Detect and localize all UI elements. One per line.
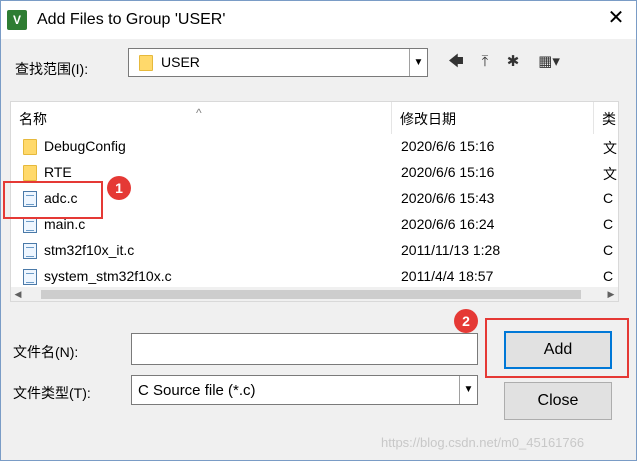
back-icon[interactable]: 🡄 — [444, 51, 468, 73]
file-name: main.c — [44, 216, 86, 232]
folder-icon — [23, 139, 37, 155]
sort-ascending-icon: ^ — [196, 106, 202, 120]
file-date: 2020/6/6 15:16 — [401, 164, 495, 180]
list-item[interactable]: RTE 2020/6/6 15:16 文 — [11, 160, 618, 186]
header-name-label: 名称 — [19, 111, 47, 127]
step-badge-1: 1 — [107, 176, 131, 200]
file-type: 文 — [603, 166, 617, 182]
c-file-icon — [23, 191, 37, 207]
list-item[interactable]: DebugConfig 2020/6/6 15:16 文 — [11, 134, 618, 160]
column-header-date[interactable]: 修改日期 — [392, 102, 594, 134]
step-badge-2: 2 — [454, 309, 478, 333]
close-button[interactable]: Close — [504, 382, 612, 420]
look-in-dropdown[interactable]: USER ▼ — [128, 48, 428, 77]
file-type: C — [603, 216, 614, 232]
file-date: 2011/4/4 18:57 — [401, 268, 494, 284]
file-date: 2020/6/6 15:43 — [401, 190, 495, 206]
new-folder-icon[interactable]: ✱ — [501, 51, 525, 73]
file-type: 文 — [603, 140, 617, 156]
watermark: https://blog.csdn.net/m0_45161766 — [381, 435, 585, 450]
add-files-dialog: V Add Files to Group 'USER' ✕ 查找范围(I): U… — [0, 0, 637, 461]
file-list[interactable]: 名称 ^ 修改日期 类 DebugConfig 2020/6/6 15:16 文… — [10, 101, 619, 302]
file-type: C — [603, 242, 614, 258]
view-menu-icon[interactable]: ▦▾ — [531, 51, 567, 73]
c-file-icon — [23, 243, 37, 259]
file-type: C — [603, 190, 614, 206]
file-name: adc.c — [44, 190, 78, 206]
file-type-value: C Source file (*.c) — [138, 382, 256, 399]
scrollbar-thumb[interactable] — [41, 290, 581, 299]
look-in-label: 查找范围(I): — [15, 61, 89, 77]
chevron-down-icon[interactable]: ▼ — [459, 376, 477, 404]
file-name: DebugConfig — [44, 138, 126, 154]
close-icon[interactable]: ✕ — [605, 7, 627, 29]
file-date: 2020/6/6 15:16 — [401, 138, 495, 154]
file-name: stm32f10x_it.c — [44, 242, 135, 258]
list-item[interactable]: main.c 2020/6/6 16:24 C — [11, 212, 618, 238]
c-file-icon — [23, 269, 37, 285]
file-type-dropdown[interactable]: C Source file (*.c) ▼ — [131, 375, 478, 405]
horizontal-scrollbar[interactable]: ◀ ▶ — [11, 287, 618, 301]
scroll-right-icon[interactable]: ▶ — [604, 287, 618, 301]
file-name: system_stm32f10x.c — [44, 268, 172, 284]
folder-icon — [23, 165, 37, 181]
list-item[interactable]: stm32f10x_it.c 2011/11/13 1:28 C — [11, 238, 618, 264]
folder-icon — [139, 55, 153, 71]
title-bar: V Add Files to Group 'USER' ✕ — [1, 1, 636, 39]
file-date: 2020/6/6 16:24 — [401, 216, 495, 232]
file-name-input[interactable] — [131, 333, 478, 365]
chevron-down-icon[interactable]: ▼ — [409, 49, 427, 76]
app-icon: V — [7, 10, 27, 30]
c-file-icon — [23, 217, 37, 233]
list-item[interactable]: adc.c 2020/6/6 15:43 C — [11, 186, 618, 212]
file-name-label: 文件名(N): — [13, 344, 79, 360]
file-date: 2011/11/13 1:28 — [401, 242, 501, 258]
column-header-type[interactable]: 类 — [594, 102, 618, 134]
scroll-left-icon[interactable]: ◀ — [11, 287, 25, 301]
file-type-label: 文件类型(T): — [13, 385, 91, 401]
file-type: C — [603, 268, 614, 284]
column-header-name[interactable]: 名称 ^ — [11, 102, 392, 134]
look-in-value: USER — [161, 54, 200, 70]
add-button[interactable]: Add — [504, 331, 612, 369]
up-folder-icon[interactable]: ⤒ — [473, 51, 497, 73]
window-title: Add Files to Group 'USER' — [37, 11, 226, 28]
file-name: RTE — [44, 164, 72, 180]
